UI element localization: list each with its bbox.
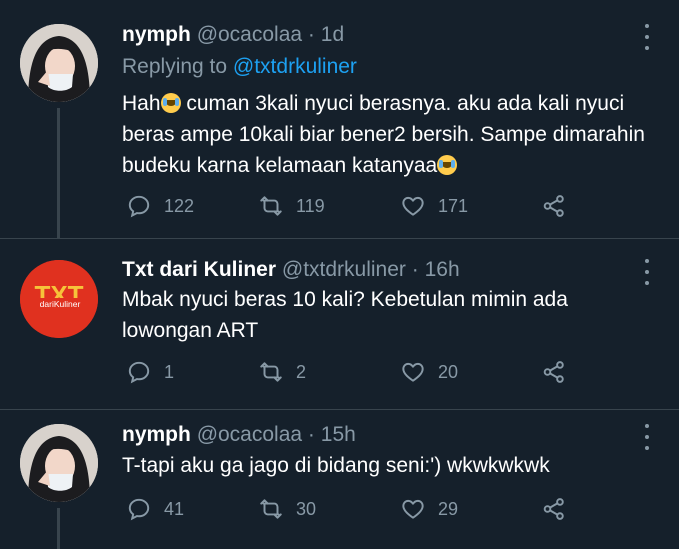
more-vertical-icon[interactable] <box>640 24 654 50</box>
share-icon <box>541 359 567 385</box>
share-button[interactable] <box>541 496 567 522</box>
separator-dot: · <box>411 258 419 281</box>
display-name[interactable]: nymph <box>122 423 191 446</box>
tweet-text: Mbak nyuci beras 10 kali? Kebetulan mimi… <box>122 288 568 342</box>
tweet-1[interactable]: nymph @ocacolaa · 1d Replying to @txtdrk… <box>0 0 679 238</box>
tweet-text: T-tapi aku ga jago di bidang seni:') wkw… <box>122 454 550 477</box>
tweet-header: Txt dari Kuliner @txtdrkuliner · 16h <box>122 258 460 282</box>
like-count: 171 <box>438 195 469 216</box>
share-icon <box>541 496 567 522</box>
separator-dot: · <box>307 23 315 46</box>
timestamp[interactable]: 1d <box>321 23 344 46</box>
thread-line <box>57 508 60 549</box>
username[interactable]: @txtdrkuliner <box>282 258 406 281</box>
like-button[interactable]: 171 <box>400 193 468 219</box>
more-vertical-icon[interactable] <box>640 424 654 450</box>
avatar-nymph[interactable] <box>20 24 98 102</box>
share-button[interactable] <box>541 359 567 385</box>
tweet-text-part-1: Hah <box>122 92 161 115</box>
avatar-nymph[interactable] <box>20 424 98 502</box>
reply-button[interactable]: 122 <box>126 193 194 219</box>
timestamp[interactable]: 15h <box>321 423 356 446</box>
retweet-icon <box>258 496 284 522</box>
like-count: 20 <box>438 361 459 382</box>
reply-button[interactable]: 41 <box>126 496 184 522</box>
timestamp[interactable]: 16h <box>425 258 460 281</box>
display-name[interactable]: Txt dari Kuliner <box>122 258 276 281</box>
tweet-text-part-2: cuman 3kali nyuci berasnya. aku ada kali… <box>122 92 645 177</box>
retweet-count: 30 <box>296 498 317 519</box>
svg-text:dariKuliner: dariKuliner <box>40 299 81 309</box>
more-vertical-icon[interactable] <box>640 259 654 285</box>
separator-dot: · <box>307 423 315 446</box>
thread-line <box>57 108 60 238</box>
reply-icon <box>126 193 152 219</box>
tweet-3[interactable]: nymph @ocacolaa · 15h T-tapi aku ga jago… <box>0 410 679 549</box>
tweet-actions: 122 119 171 <box>122 193 582 223</box>
heart-icon <box>400 496 426 522</box>
replying-to-label: Replying to <box>122 55 228 78</box>
tweet-header: nymph @ocacolaa · 1d <box>122 23 344 47</box>
retweet-button[interactable]: 119 <box>258 193 325 219</box>
retweet-icon <box>258 359 284 385</box>
tweet-text: Hah cuman 3kali nyuci berasnya. aku ada … <box>122 88 652 181</box>
retweet-count: 119 <box>296 195 325 216</box>
username[interactable]: @ocacolaa <box>197 423 302 446</box>
like-button[interactable]: 20 <box>400 359 458 385</box>
loudly-crying-face-emoji-icon <box>160 93 181 113</box>
username[interactable]: @ocacolaa <box>197 23 302 46</box>
share-icon <box>541 193 567 219</box>
retweet-count: 2 <box>296 361 307 382</box>
tweet-2[interactable]: TXT dariKuliner Txt dari Kuliner @txtdrk… <box>0 239 679 409</box>
loudly-crying-face-emoji-icon <box>437 155 458 175</box>
reply-count: 1 <box>164 361 175 382</box>
tweet-actions: 41 30 29 <box>122 496 582 526</box>
share-button[interactable] <box>541 193 567 219</box>
avatar-txt-dari-kuliner[interactable]: TXT dariKuliner <box>20 260 98 338</box>
txt-dari-kuliner-logo: TXT dariKuliner <box>20 260 98 338</box>
reply-button[interactable]: 1 <box>126 359 174 385</box>
retweet-icon <box>258 193 284 219</box>
like-count: 29 <box>438 498 459 519</box>
retweet-button[interactable]: 2 <box>258 359 306 385</box>
replying-to: Replying to @txtdrkuliner <box>122 55 357 79</box>
reply-count: 122 <box>164 195 195 216</box>
tweet-header: nymph @ocacolaa · 15h <box>122 423 356 447</box>
tweet-actions: 1 2 20 <box>122 359 582 389</box>
reply-icon <box>126 496 152 522</box>
heart-icon <box>400 193 426 219</box>
reply-icon <box>126 359 152 385</box>
replying-to-handle[interactable]: @txtdrkuliner <box>233 55 357 78</box>
display-name[interactable]: nymph <box>122 23 191 46</box>
heart-icon <box>400 359 426 385</box>
reply-count: 41 <box>164 498 185 519</box>
retweet-button[interactable]: 30 <box>258 496 316 522</box>
like-button[interactable]: 29 <box>400 496 458 522</box>
